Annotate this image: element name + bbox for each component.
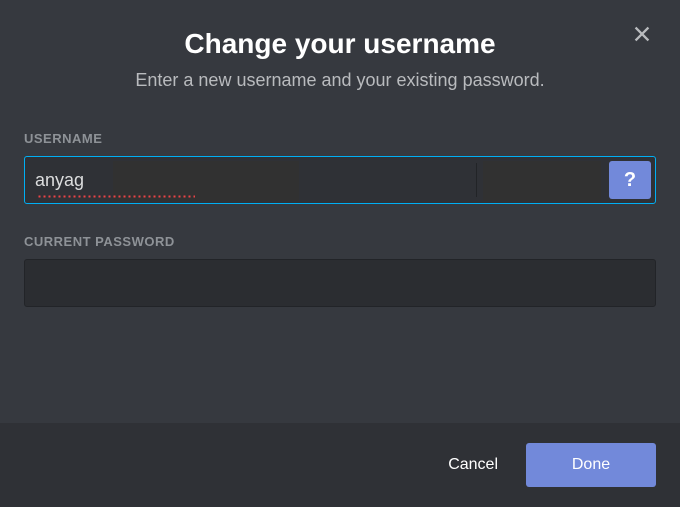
username-label: USERNAME — [24, 131, 656, 146]
change-username-modal: Change your username Enter a new usernam… — [0, 0, 680, 507]
close-button[interactable] — [630, 22, 654, 46]
username-value: anyag — [35, 170, 84, 191]
username-input[interactable]: anyag — [25, 157, 476, 203]
modal-header: Change your username Enter a new usernam… — [0, 0, 680, 91]
username-input-group: anyag ? — [24, 156, 656, 204]
modal-title: Change your username — [24, 28, 656, 60]
spellcheck-underline — [37, 195, 195, 198]
modal-footer: Cancel Done — [0, 423, 680, 507]
modal-body: USERNAME anyag ? CURRENT PASSWORD — [0, 91, 680, 423]
password-input[interactable] — [24, 259, 656, 307]
done-button[interactable]: Done — [526, 443, 656, 487]
discriminator-input[interactable] — [477, 157, 607, 203]
password-label: CURRENT PASSWORD — [24, 234, 656, 249]
redacted-region — [483, 161, 601, 201]
help-button[interactable]: ? — [609, 161, 651, 199]
modal-subtitle: Enter a new username and your existing p… — [24, 70, 656, 91]
cancel-button[interactable]: Cancel — [440, 444, 506, 486]
close-icon — [631, 23, 653, 45]
question-icon: ? — [624, 169, 636, 192]
